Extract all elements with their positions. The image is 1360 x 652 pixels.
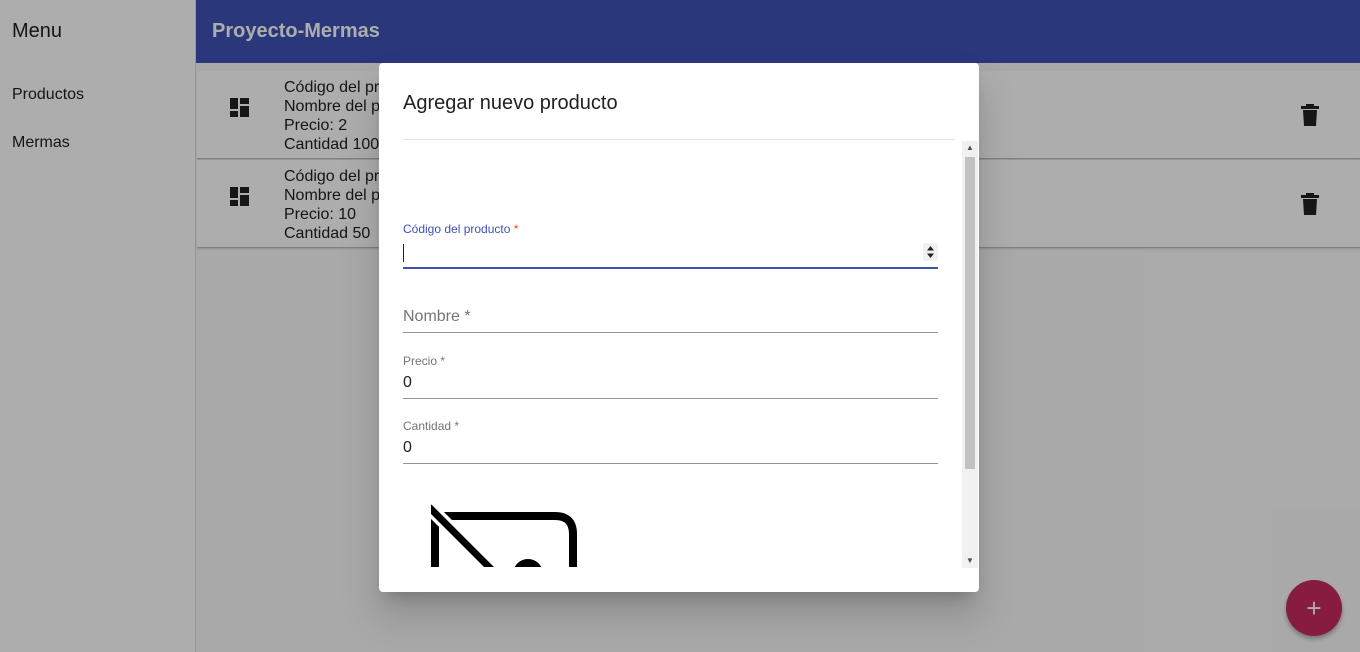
field-underline: [403, 332, 938, 333]
dialog-title: Agregar nuevo producto: [403, 92, 618, 114]
price-input[interactable]: 0: [403, 374, 412, 392]
quantity-input[interactable]: 0: [403, 439, 412, 457]
hide-image-icon[interactable]: [431, 502, 581, 567]
price-label: Precio *: [403, 354, 446, 368]
field-underline: [403, 267, 938, 269]
text-cursor: [403, 244, 404, 262]
field-underline: [403, 463, 938, 464]
field-underline: [403, 398, 938, 399]
add-product-dialog: Agregar nuevo producto Código del produc…: [379, 63, 979, 592]
name-input[interactable]: Nombre *: [403, 308, 471, 326]
required-mark: *: [513, 222, 519, 236]
quantity-label: Cantidad *: [403, 419, 460, 433]
dialog-scrollbar[interactable]: ▲ ▼: [962, 141, 978, 568]
scroll-thumb[interactable]: [965, 157, 975, 469]
number-spinner-icon[interactable]: [923, 243, 938, 261]
product-code-label: Código del producto *: [403, 222, 519, 236]
scroll-down-arrow-icon[interactable]: ▼: [962, 554, 978, 568]
scroll-up-arrow-icon[interactable]: ▲: [962, 141, 978, 155]
dialog-content: Código del producto * Nombre * Precio * …: [403, 140, 978, 567]
